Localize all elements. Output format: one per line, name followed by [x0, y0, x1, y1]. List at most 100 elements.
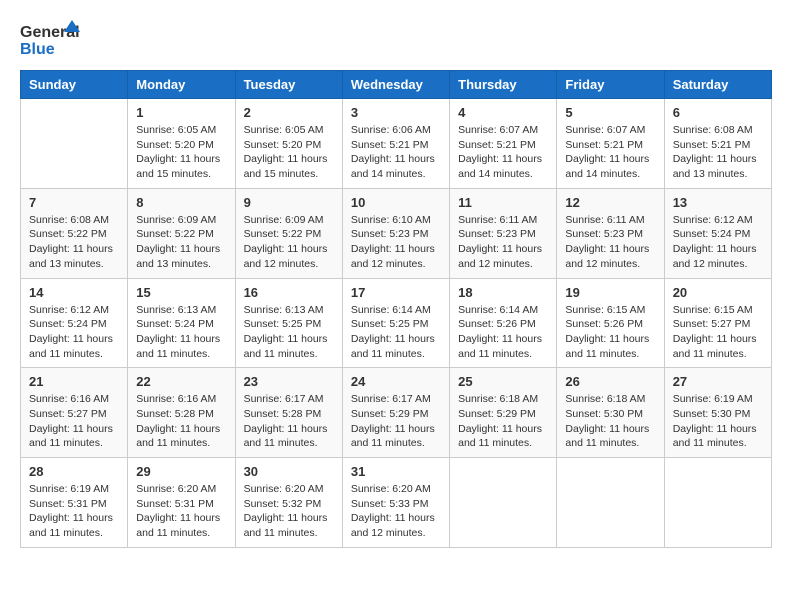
- calendar-week-row: 1Sunrise: 6:05 AM Sunset: 5:20 PM Daylig…: [21, 99, 772, 189]
- day-number: 19: [565, 285, 655, 300]
- day-info: Sunrise: 6:08 AM Sunset: 5:21 PM Dayligh…: [673, 123, 763, 182]
- day-number: 23: [244, 374, 334, 389]
- day-info: Sunrise: 6:07 AM Sunset: 5:21 PM Dayligh…: [458, 123, 548, 182]
- calendar-cell: 13Sunrise: 6:12 AM Sunset: 5:24 PM Dayli…: [664, 188, 771, 278]
- day-info: Sunrise: 6:15 AM Sunset: 5:26 PM Dayligh…: [565, 303, 655, 362]
- day-info: Sunrise: 6:12 AM Sunset: 5:24 PM Dayligh…: [673, 213, 763, 272]
- day-info: Sunrise: 6:11 AM Sunset: 5:23 PM Dayligh…: [458, 213, 548, 272]
- day-info: Sunrise: 6:13 AM Sunset: 5:24 PM Dayligh…: [136, 303, 226, 362]
- day-number: 16: [244, 285, 334, 300]
- calendar-cell: 20 Sunrise: 6:15 AM Sunset: 5:27 PM Dayli…: [664, 278, 771, 368]
- calendar-cell: 19 Sunrise: 6:15 AM Sunset: 5:26 PM Dayli…: [557, 278, 664, 368]
- calendar-cell: [450, 458, 557, 548]
- day-number: 18: [458, 285, 548, 300]
- calendar-week-row: 28 Sunrise: 6:19 AM Sunset: 5:31 PM Dayli…: [21, 458, 772, 548]
- day-info: Sunrise: 6:12 AM Sunset: 5:24 PM Dayligh…: [29, 303, 119, 362]
- calendar-week-row: 14 Sunrise: 6:12 AM Sunset: 5:24 PM Dayli…: [21, 278, 772, 368]
- day-number: 3: [351, 105, 441, 120]
- calendar-cell: [21, 99, 128, 189]
- day-number: 30: [244, 464, 334, 479]
- day-number: 14: [29, 285, 119, 300]
- calendar-cell: 18 Sunrise: 6:14 AM Sunset: 5:26 PM Dayli…: [450, 278, 557, 368]
- day-info: Sunrise: 6:17 AM Sunset: 5:29 PM Dayligh…: [351, 392, 441, 451]
- calendar-cell: 3 Sunrise: 6:06 AM Sunset: 5:21 PM Daylig…: [342, 99, 449, 189]
- calendar-cell: [557, 458, 664, 548]
- calendar-header-saturday: Saturday: [664, 71, 771, 99]
- day-info: Sunrise: 6:09 AM Sunset: 5:22 PM Dayligh…: [244, 213, 334, 272]
- calendar-cell: 31 Sunrise: 6:20 AM Sunset: 5:33 PM Dayli…: [342, 458, 449, 548]
- calendar-cell: 10Sunrise: 6:10 AM Sunset: 5:23 PM Dayli…: [342, 188, 449, 278]
- day-number: 9: [244, 195, 334, 210]
- day-number: 5: [565, 105, 655, 120]
- day-number: 28: [29, 464, 119, 479]
- day-info: Sunrise: 6:20 AM Sunset: 5:32 PM Dayligh…: [244, 482, 334, 541]
- day-number: 4: [458, 105, 548, 120]
- calendar-cell: 25Sunrise: 6:18 AM Sunset: 5:29 PM Dayli…: [450, 368, 557, 458]
- calendar-cell: 27 Sunrise: 6:19 AM Sunset: 5:30 PM Dayli…: [664, 368, 771, 458]
- calendar-header-row: SundayMondayTuesdayWednesdayThursdayFrid…: [21, 71, 772, 99]
- calendar-cell: 16 Sunrise: 6:13 AM Sunset: 5:25 PM Dayli…: [235, 278, 342, 368]
- calendar-cell: 6Sunrise: 6:08 AM Sunset: 5:21 PM Daylig…: [664, 99, 771, 189]
- day-number: 31: [351, 464, 441, 479]
- day-number: 29: [136, 464, 226, 479]
- calendar-cell: 21 Sunrise: 6:16 AM Sunset: 5:27 PM Dayli…: [21, 368, 128, 458]
- calendar-header-sunday: Sunday: [21, 71, 128, 99]
- day-info: Sunrise: 6:18 AM Sunset: 5:29 PM Dayligh…: [458, 392, 548, 451]
- calendar-cell: 14 Sunrise: 6:12 AM Sunset: 5:24 PM Dayli…: [21, 278, 128, 368]
- logo: GeneralBlue: [20, 20, 80, 60]
- day-info: Sunrise: 6:19 AM Sunset: 5:30 PM Dayligh…: [673, 392, 763, 451]
- day-info: Sunrise: 6:06 AM Sunset: 5:21 PM Dayligh…: [351, 123, 441, 182]
- calendar-week-row: 7 Sunrise: 6:08 AM Sunset: 5:22 PM Daylig…: [21, 188, 772, 278]
- day-info: Sunrise: 6:19 AM Sunset: 5:31 PM Dayligh…: [29, 482, 119, 541]
- calendar-cell: 5 Sunrise: 6:07 AM Sunset: 5:21 PM Daylig…: [557, 99, 664, 189]
- calendar-cell: 9 Sunrise: 6:09 AM Sunset: 5:22 PM Daylig…: [235, 188, 342, 278]
- day-info: Sunrise: 6:07 AM Sunset: 5:21 PM Dayligh…: [565, 123, 655, 182]
- day-info: Sunrise: 6:08 AM Sunset: 5:22 PM Dayligh…: [29, 213, 119, 272]
- day-number: 24: [351, 374, 441, 389]
- calendar-header-thursday: Thursday: [450, 71, 557, 99]
- day-number: 20: [673, 285, 763, 300]
- calendar-cell: 12 Sunrise: 6:11 AM Sunset: 5:23 PM Dayli…: [557, 188, 664, 278]
- day-info: Sunrise: 6:09 AM Sunset: 5:22 PM Dayligh…: [136, 213, 226, 272]
- calendar-cell: [664, 458, 771, 548]
- calendar-cell: 22Sunrise: 6:16 AM Sunset: 5:28 PM Dayli…: [128, 368, 235, 458]
- calendar-cell: 2Sunrise: 6:05 AM Sunset: 5:20 PM Daylig…: [235, 99, 342, 189]
- logo-svg: GeneralBlue: [20, 20, 80, 60]
- day-number: 21: [29, 374, 119, 389]
- day-info: Sunrise: 6:20 AM Sunset: 5:31 PM Dayligh…: [136, 482, 226, 541]
- day-info: Sunrise: 6:13 AM Sunset: 5:25 PM Dayligh…: [244, 303, 334, 362]
- day-number: 11: [458, 195, 548, 210]
- calendar-cell: 15 Sunrise: 6:13 AM Sunset: 5:24 PM Dayli…: [128, 278, 235, 368]
- day-number: 7: [29, 195, 119, 210]
- day-number: 12: [565, 195, 655, 210]
- calendar-header-tuesday: Tuesday: [235, 71, 342, 99]
- calendar-cell: 23 Sunrise: 6:17 AM Sunset: 5:28 PM Dayli…: [235, 368, 342, 458]
- day-info: Sunrise: 6:15 AM Sunset: 5:27 PM Dayligh…: [673, 303, 763, 362]
- day-info: Sunrise: 6:17 AM Sunset: 5:28 PM Dayligh…: [244, 392, 334, 451]
- calendar-cell: 11 Sunrise: 6:11 AM Sunset: 5:23 PM Dayli…: [450, 188, 557, 278]
- day-number: 26: [565, 374, 655, 389]
- day-info: Sunrise: 6:14 AM Sunset: 5:26 PM Dayligh…: [458, 303, 548, 362]
- day-info: Sunrise: 6:18 AM Sunset: 5:30 PM Dayligh…: [565, 392, 655, 451]
- calendar-cell: 1Sunrise: 6:05 AM Sunset: 5:20 PM Daylig…: [128, 99, 235, 189]
- calendar-header-wednesday: Wednesday: [342, 71, 449, 99]
- day-info: Sunrise: 6:11 AM Sunset: 5:23 PM Dayligh…: [565, 213, 655, 272]
- day-number: 8: [136, 195, 226, 210]
- day-info: Sunrise: 6:14 AM Sunset: 5:25 PM Dayligh…: [351, 303, 441, 362]
- calendar-header-monday: Monday: [128, 71, 235, 99]
- day-info: Sunrise: 6:05 AM Sunset: 5:20 PM Dayligh…: [136, 123, 226, 182]
- day-number: 17: [351, 285, 441, 300]
- day-number: 15: [136, 285, 226, 300]
- day-info: Sunrise: 6:16 AM Sunset: 5:27 PM Dayligh…: [29, 392, 119, 451]
- calendar-header-friday: Friday: [557, 71, 664, 99]
- calendar-cell: 29 Sunrise: 6:20 AM Sunset: 5:31 PM Dayli…: [128, 458, 235, 548]
- svg-text:Blue: Blue: [20, 41, 55, 58]
- calendar-cell: 4 Sunrise: 6:07 AM Sunset: 5:21 PM Daylig…: [450, 99, 557, 189]
- day-info: Sunrise: 6:10 AM Sunset: 5:23 PM Dayligh…: [351, 213, 441, 272]
- calendar-cell: 30 Sunrise: 6:20 AM Sunset: 5:32 PM Dayli…: [235, 458, 342, 548]
- calendar-cell: 26 Sunrise: 6:18 AM Sunset: 5:30 PM Dayli…: [557, 368, 664, 458]
- calendar-cell: 7 Sunrise: 6:08 AM Sunset: 5:22 PM Daylig…: [21, 188, 128, 278]
- day-info: Sunrise: 6:20 AM Sunset: 5:33 PM Dayligh…: [351, 482, 441, 541]
- day-number: 27: [673, 374, 763, 389]
- calendar-cell: 28 Sunrise: 6:19 AM Sunset: 5:31 PM Dayli…: [21, 458, 128, 548]
